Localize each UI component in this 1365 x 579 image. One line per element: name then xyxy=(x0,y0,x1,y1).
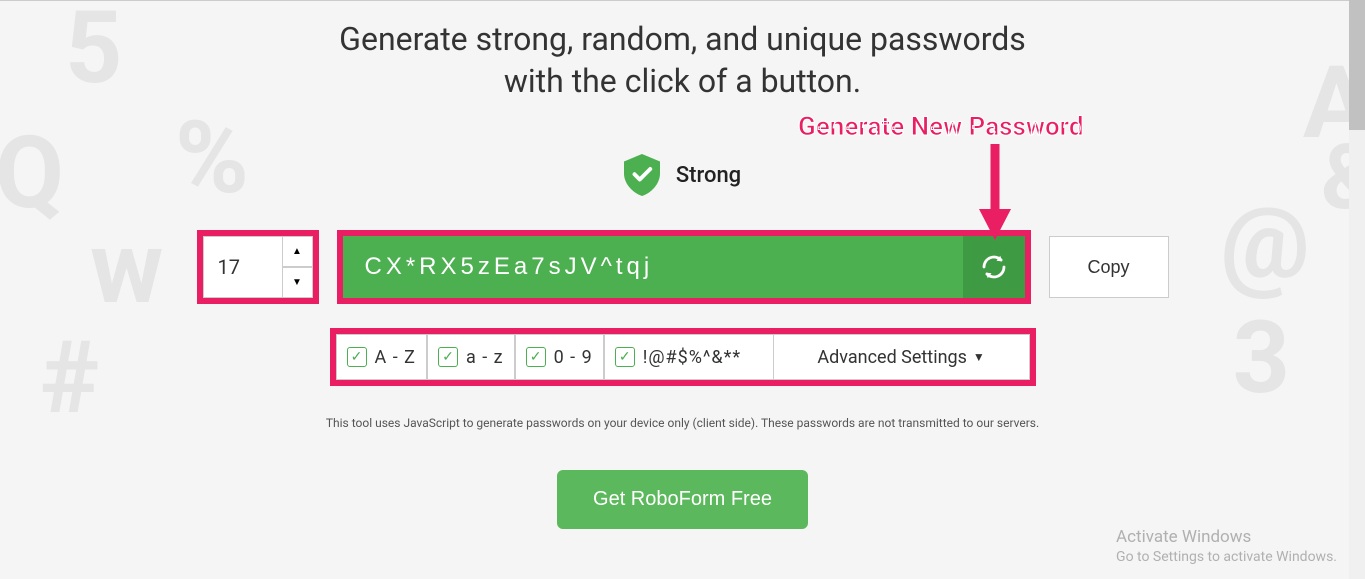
refresh-icon xyxy=(979,252,1009,282)
annotation-arrow-icon xyxy=(975,144,1015,240)
strength-indicator: Strong xyxy=(0,154,1365,196)
option-symbols[interactable]: ✓ !@#$%^&** xyxy=(604,334,774,380)
windows-activation-watermark: Activate Windows Go to Settings to activ… xyxy=(1116,527,1337,565)
option-symbols-value: !@#$%^&** xyxy=(643,347,741,368)
password-container: CX*RX5zEa7sJV^tqj xyxy=(337,230,1031,304)
option-lowercase[interactable]: ✓ a - z xyxy=(427,334,515,380)
top-rule xyxy=(0,0,1365,1)
regenerate-button[interactable] xyxy=(963,236,1025,298)
option-uppercase-label: A - Z xyxy=(375,347,416,368)
chevron-down-icon: ▼ xyxy=(973,350,985,364)
password-output[interactable]: CX*RX5zEa7sJV^tqj xyxy=(343,236,963,298)
strength-label: Strong xyxy=(676,163,741,188)
option-digits-label: 0 - 9 xyxy=(554,347,593,368)
advanced-settings-button[interactable]: Advanced Settings ▼ xyxy=(774,334,1030,380)
length-up-button[interactable]: ▲ xyxy=(283,236,313,267)
heading-line2: with the click of a button. xyxy=(0,61,1365,103)
check-icon: ✓ xyxy=(615,347,635,367)
check-icon: ✓ xyxy=(526,347,546,367)
length-input[interactable]: 17 xyxy=(203,236,283,298)
options-row: ✓ A - Z ✓ a - z ✓ 0 - 9 ✓ !@#$%^&** Adva… xyxy=(330,328,1036,386)
scrollbar-thumb[interactable] xyxy=(1349,0,1365,130)
check-icon: ✓ xyxy=(438,347,458,367)
get-roboform-button[interactable]: Get RoboForm Free xyxy=(557,470,808,529)
annotation-label: Generate New Password xyxy=(798,112,1084,142)
advanced-settings-label: Advanced Settings xyxy=(817,347,967,368)
check-icon: ✓ xyxy=(347,347,367,367)
copy-button[interactable]: Copy xyxy=(1049,236,1169,298)
shield-icon xyxy=(624,154,660,196)
option-uppercase[interactable]: ✓ A - Z xyxy=(336,334,427,380)
disclaimer-text: This tool uses JavaScript to generate pa… xyxy=(0,416,1365,430)
option-lowercase-label: a - z xyxy=(466,347,504,368)
watermark-sub: Go to Settings to activate Windows. xyxy=(1116,549,1337,565)
length-control: 17 ▲ ▼ xyxy=(197,230,319,304)
watermark-title: Activate Windows xyxy=(1116,527,1337,547)
heading-line1: Generate strong, random, and unique pass… xyxy=(0,19,1365,61)
option-digits[interactable]: ✓ 0 - 9 xyxy=(515,334,604,380)
length-down-button[interactable]: ▼ xyxy=(283,267,313,298)
